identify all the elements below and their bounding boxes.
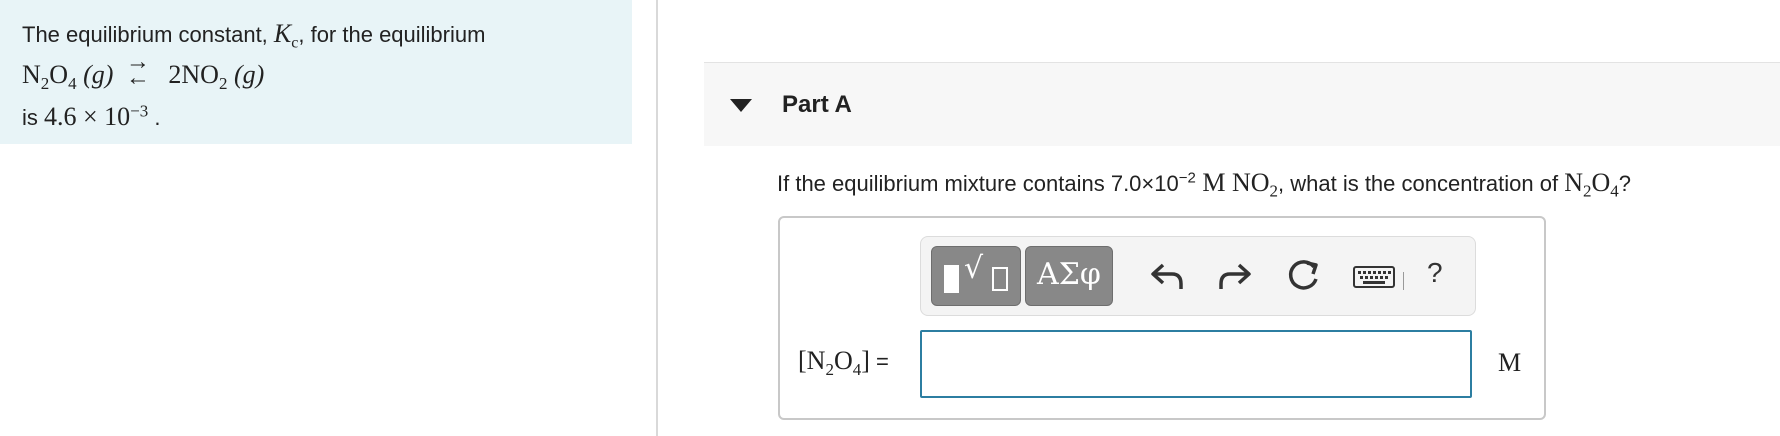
reset-icon[interactable] [1281,253,1325,297]
help-button[interactable]: ? [1427,257,1443,289]
k-value: 4.6 × 10 [44,102,131,132]
undo-icon[interactable] [1147,253,1191,297]
part-header[interactable]: Part A [704,62,1780,146]
equilibrium-arrows-icon: → ← [125,49,150,92]
keyboard-icon[interactable] [1351,253,1405,297]
toolbar-separator [1403,272,1404,290]
problem-intro: The equilibrium constant, Kc, for the eq… [0,0,632,144]
intro-line-1: The equilibrium constant, Kc, for the eq… [22,19,486,52]
question-text: If the equilibrium mixture contains 7.0×… [777,168,1631,201]
answer-unit: M [1498,348,1522,377]
intro-line-3: is 4.6 × 10−3 . [22,101,161,132]
answer-label: [N2O4] = [798,346,889,380]
symbols-button[interactable]: ΑΣφ [1025,246,1113,306]
part-title: Part A [782,91,852,118]
column-divider [656,0,658,436]
collapse-caret-icon[interactable] [730,99,752,112]
templates-button[interactable]: √ [931,246,1021,306]
answer-input[interactable] [920,330,1472,398]
answer-box: √ ΑΣφ ? [N2O4] = M [778,216,1546,420]
redo-icon[interactable] [1211,253,1255,297]
radical-icon: √ [964,251,984,286]
equilibrium-equation: N2O4 (g) → ← 2NO2 (g) [22,49,265,94]
math-toolbar: √ ΑΣφ ? [920,236,1476,316]
k-symbol: K [273,19,292,48]
